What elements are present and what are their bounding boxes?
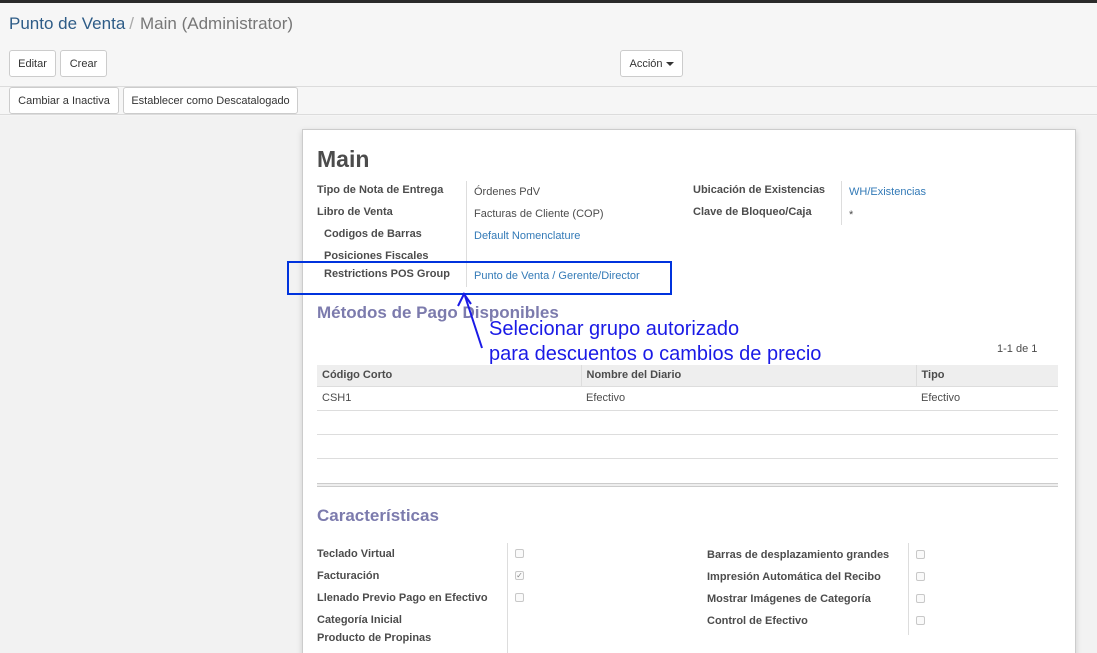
lock-password-value: * bbox=[849, 209, 854, 221]
table-row[interactable]: CSH1 Efectivo Efectivo bbox=[317, 386, 1058, 411]
edit-button[interactable]: Editar bbox=[9, 50, 56, 77]
cell-code: CSH1 bbox=[317, 386, 581, 411]
feature-label: Facturación bbox=[317, 570, 380, 582]
category-images-checkbox[interactable] bbox=[916, 594, 925, 603]
breadcrumb-separator: / bbox=[129, 14, 135, 33]
cash-control-checkbox[interactable] bbox=[916, 616, 925, 625]
action-dropdown-button[interactable]: Acción bbox=[620, 50, 683, 77]
picking-type-value: Órdenes PdV bbox=[474, 186, 541, 198]
field-label: Codigos de Barras bbox=[324, 228, 422, 240]
feature-label: Impresión Automática del Recibo bbox=[707, 571, 881, 583]
empty-row bbox=[317, 434, 1058, 459]
features-title: Características bbox=[317, 506, 439, 525]
record-title: Main bbox=[317, 146, 370, 172]
feature-label: Barras de desplazamiento grandes bbox=[707, 549, 890, 561]
field-divider bbox=[841, 181, 842, 225]
column-header-journal[interactable]: Nombre del Diario bbox=[580, 365, 916, 387]
feature-label: Mostrar Imágenes de Categoría bbox=[707, 593, 871, 605]
deactivate-button[interactable]: Cambiar a Inactiva bbox=[9, 87, 119, 114]
feature-label: Control de Efectivo bbox=[707, 615, 808, 627]
column-header-code[interactable]: Código Corto bbox=[317, 365, 581, 387]
field-label: Ubicación de Existencias bbox=[693, 184, 826, 196]
invoicing-checkbox[interactable]: ✓ bbox=[515, 571, 524, 580]
barcode-nomenclature-link[interactable]: Default Nomenclature bbox=[474, 230, 580, 242]
cell-type: Efectivo bbox=[916, 386, 1058, 411]
control-panel: Punto de Venta / Main (Administrator) Edit… bbox=[0, 3, 1097, 115]
action-label: Acción bbox=[629, 57, 663, 70]
create-button[interactable]: Crear bbox=[60, 50, 107, 77]
caret-down-icon bbox=[665, 61, 674, 66]
feature-label: Categoría Inicial bbox=[317, 614, 402, 626]
payment-methods-table: Código Corto Nombre del Diario Tipo CSH1… bbox=[317, 365, 1058, 459]
field-divider bbox=[507, 543, 508, 653]
auto-print-receipt-checkbox[interactable] bbox=[916, 572, 925, 581]
annotation-line-2: para descuentos o cambios de precio bbox=[489, 343, 822, 365]
cash-prefill-checkbox[interactable] bbox=[515, 593, 524, 602]
feature-label: Teclado Virtual bbox=[317, 548, 395, 560]
annotation-line-1: Selecionar grupo autorizado bbox=[489, 318, 740, 340]
field-label: Libro de Venta bbox=[317, 206, 393, 218]
breadcrumb-current: Main (Administrator) bbox=[140, 14, 294, 33]
empty-row bbox=[317, 410, 1058, 435]
feature-label: Producto de Propinas bbox=[317, 632, 432, 644]
annotation-arrow-icon bbox=[457, 292, 483, 349]
section-separator bbox=[317, 483, 1058, 487]
pager: 1-1 de 1 bbox=[997, 343, 1038, 355]
form-sheet: Main Tipo de Nota de Entrega Órdenes PdV… bbox=[287, 129, 1076, 653]
breadcrumb: Punto de Venta / Main (Administrator) bbox=[9, 14, 293, 34]
feature-label: Llenado Previo Pago en Efectivo bbox=[317, 592, 488, 604]
field-divider bbox=[908, 543, 909, 635]
sales-journal-value: Facturas de Cliente (COP) bbox=[474, 208, 604, 220]
column-header-type[interactable]: Tipo bbox=[915, 365, 1058, 387]
virtual-keyboard-checkbox[interactable] bbox=[515, 549, 524, 558]
field-label: Tipo de Nota de Entrega bbox=[317, 184, 444, 196]
breadcrumb-parent-link[interactable]: Punto de Venta bbox=[9, 14, 125, 33]
field-label: Clave de Bloqueo/Caja bbox=[693, 206, 812, 218]
stock-location-link[interactable]: WH/Existencias bbox=[849, 186, 926, 198]
large-scrollbars-checkbox[interactable] bbox=[916, 550, 925, 559]
cell-journal: Efectivo bbox=[581, 386, 916, 411]
discontinue-button[interactable]: Establecer como Descatalogado bbox=[123, 87, 298, 114]
